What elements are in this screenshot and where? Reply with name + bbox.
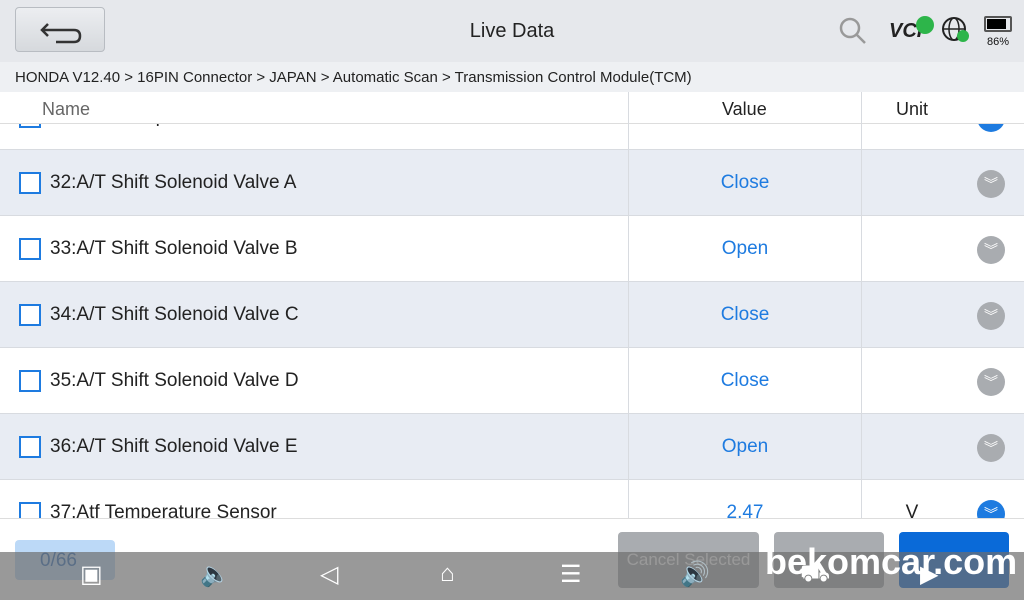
divider bbox=[861, 92, 862, 518]
watermark: bekomcar.com bbox=[765, 541, 1018, 582]
table-row[interactable]: 34:A/T Shift Solenoid Valve C Close ︾ bbox=[0, 282, 1024, 348]
volume-down-icon[interactable]: 🔈 bbox=[200, 560, 230, 589]
expand-chevron-icon[interactable]: ︾ bbox=[977, 368, 1005, 396]
wifi-icon bbox=[916, 16, 934, 34]
divider bbox=[628, 92, 629, 518]
globe-icon bbox=[942, 17, 969, 42]
table-row[interactable]: 35:A/T Shift Solenoid Valve D Close ︾ bbox=[0, 348, 1024, 414]
menu-icon[interactable]: ☰ bbox=[560, 560, 582, 589]
table-row[interactable]: 32:A/T Shift Solenoid Valve A Close ︾ bbox=[0, 150, 1024, 216]
table-row[interactable]: 36:A/T Shift Solenoid Valve E Open ︾ bbox=[0, 414, 1024, 480]
col-unit: Unit bbox=[896, 99, 929, 119]
back-nav-icon[interactable]: ◁ bbox=[320, 560, 338, 589]
table-header: Name Value Unit bbox=[0, 92, 1024, 124]
breadcrumb: HONDA V12.40 > 16PIN Connector > JAPAN >… bbox=[0, 62, 1024, 92]
search-icon[interactable] bbox=[838, 16, 868, 46]
expand-chevron-icon[interactable]: ︾ bbox=[977, 124, 1005, 132]
expand-chevron-icon[interactable]: ︾ bbox=[977, 500, 1005, 518]
row-value: Open bbox=[721, 436, 769, 457]
row-name: 31:Vehicle Speed bbox=[50, 124, 198, 128]
page-title: Live Data bbox=[469, 20, 555, 42]
volume-up-icon[interactable]: 🔊 bbox=[680, 560, 710, 589]
row-value: Close bbox=[720, 304, 770, 325]
row-checkbox[interactable] bbox=[19, 502, 41, 518]
row-value: Open bbox=[721, 238, 769, 259]
battery-percent: 86% bbox=[987, 36, 1010, 48]
data-list[interactable]: 31:Vehicle Speed 0.00 km/h ︾ 32:A/T Shif… bbox=[0, 124, 1024, 518]
table-row[interactable]: 37:Atf Temperature Sensor 2.47 V ︾ bbox=[0, 480, 1024, 518]
row-checkbox[interactable] bbox=[19, 172, 41, 194]
row-value: 2.47 bbox=[726, 502, 764, 518]
table-row[interactable]: 33:A/T Shift Solenoid Valve B Open ︾ bbox=[0, 216, 1024, 282]
row-unit: km/h bbox=[862, 124, 962, 128]
home-icon[interactable]: ⌂ bbox=[440, 560, 455, 588]
expand-chevron-icon[interactable]: ︾ bbox=[977, 236, 1005, 264]
top-bar: Live Data VCI 86% bbox=[0, 0, 1024, 62]
table-row[interactable]: 31:Vehicle Speed 0.00 km/h ︾ bbox=[0, 124, 1024, 150]
row-value: Close bbox=[720, 370, 770, 391]
screenshot-icon[interactable]: ▣ bbox=[80, 560, 103, 589]
col-name: Name bbox=[42, 99, 91, 119]
row-name: 34:A/T Shift Solenoid Valve C bbox=[50, 304, 299, 325]
row-value: 0.00 bbox=[629, 124, 861, 128]
battery-icon bbox=[984, 16, 1012, 32]
row-name: 32:A/T Shift Solenoid Valve A bbox=[50, 172, 297, 193]
row-checkbox[interactable] bbox=[19, 370, 41, 392]
row-name: 37:Atf Temperature Sensor bbox=[50, 502, 277, 518]
row-checkbox[interactable] bbox=[19, 124, 41, 128]
row-name: 33:A/T Shift Solenoid Valve B bbox=[50, 238, 298, 259]
row-value: Close bbox=[720, 172, 770, 193]
row-checkbox[interactable] bbox=[19, 304, 41, 326]
col-value: Value bbox=[722, 99, 767, 119]
expand-chevron-icon[interactable]: ︾ bbox=[977, 302, 1005, 330]
row-checkbox[interactable] bbox=[19, 238, 41, 260]
row-name: 36:A/T Shift Solenoid Valve E bbox=[50, 436, 298, 457]
row-checkbox[interactable] bbox=[19, 436, 41, 458]
expand-chevron-icon[interactable]: ︾ bbox=[977, 434, 1005, 462]
expand-chevron-icon[interactable]: ︾ bbox=[977, 170, 1005, 198]
row-unit: V bbox=[905, 502, 919, 518]
row-name: 35:A/T Shift Solenoid Valve D bbox=[50, 370, 299, 391]
